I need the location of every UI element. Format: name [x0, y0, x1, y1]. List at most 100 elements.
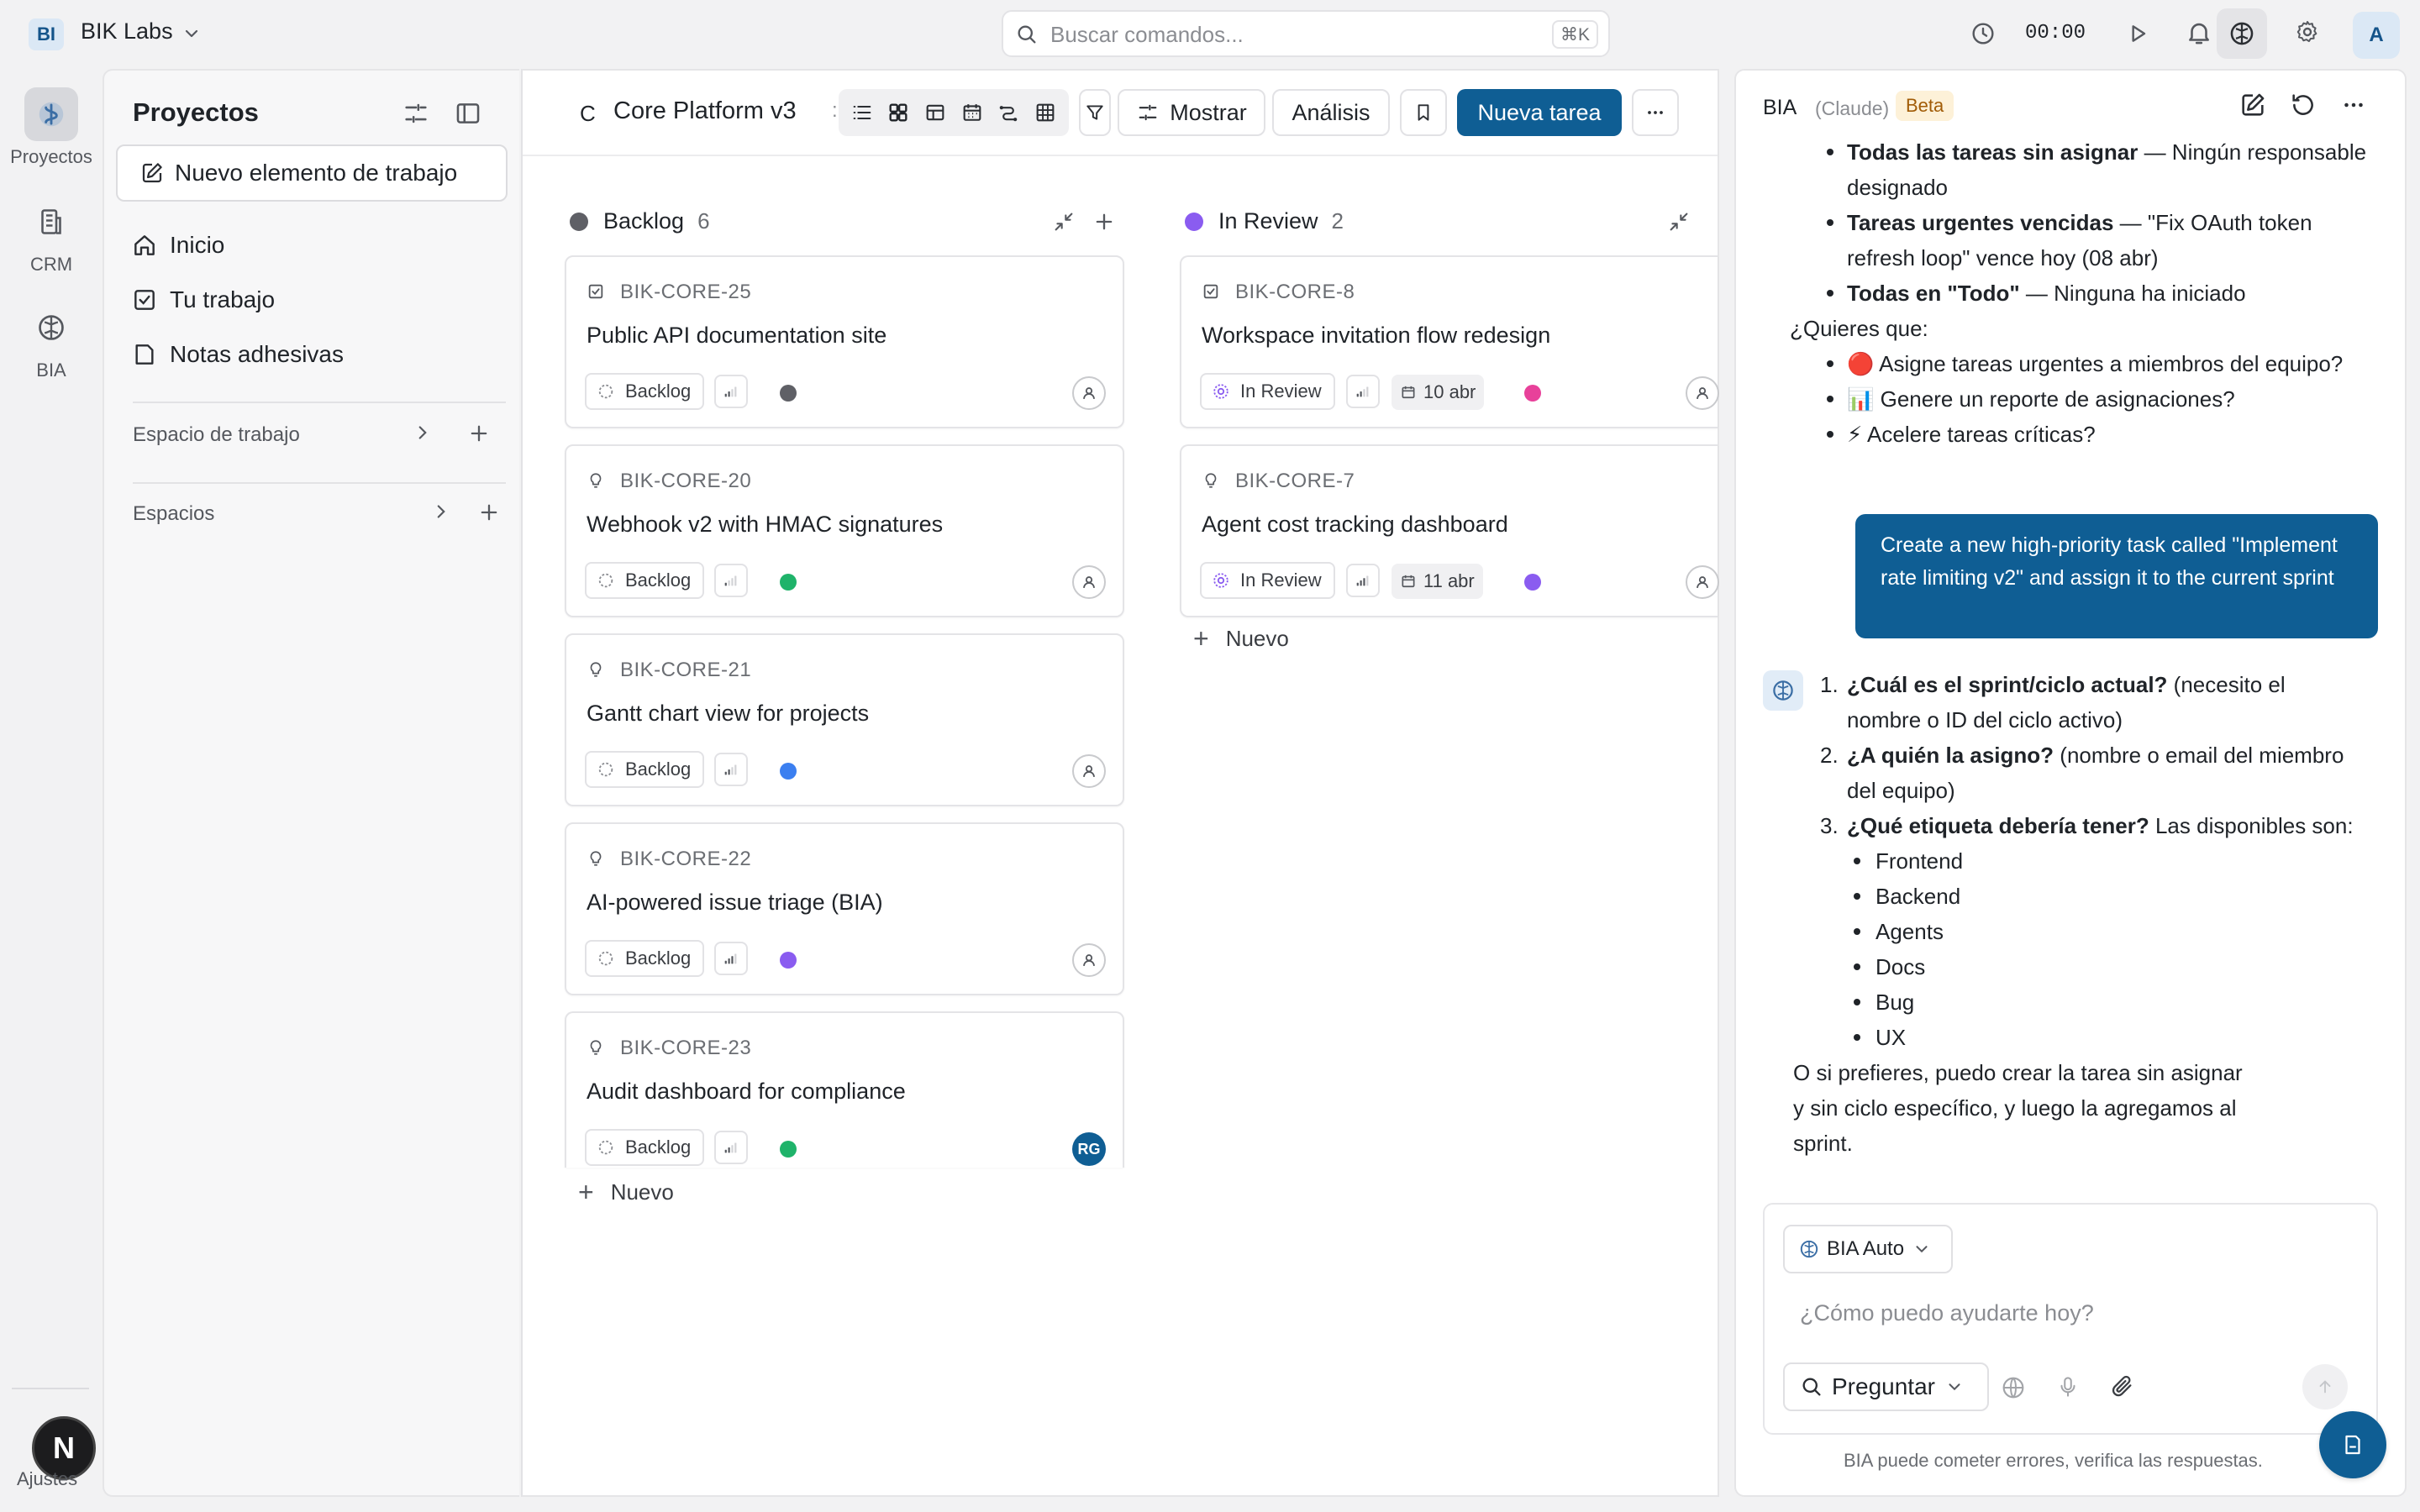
chat-input[interactable]: [1783, 1289, 2354, 1342]
assign-user-icon[interactable]: [1072, 565, 1106, 599]
collapse-icon[interactable]: [1667, 210, 1691, 234]
state-pill[interactable]: Backlog: [585, 1129, 705, 1166]
more-button[interactable]: [1632, 89, 1679, 136]
state-pill[interactable]: In Review: [1200, 562, 1335, 599]
priority-indicator[interactable]: [714, 1131, 748, 1164]
list-view-icon[interactable]: [846, 97, 878, 129]
settings-label[interactable]: Ajustes: [17, 1468, 77, 1490]
mode-selector[interactable]: BIA Auto: [1783, 1225, 1954, 1273]
more-horizontal-icon[interactable]: [2339, 91, 2368, 119]
state-pill[interactable]: Backlog: [585, 940, 705, 977]
card-title: Audit dashboard for compliance: [587, 1079, 906, 1104]
task-card[interactable]: BIK-CORE-20 Webhook v2 with HMAC signatur…: [565, 444, 1124, 617]
chevron-right-icon[interactable]: [430, 501, 452, 522]
spreadsheet-view-icon[interactable]: [1029, 97, 1061, 129]
priority-bars-icon: [722, 949, 740, 968]
priority-indicator[interactable]: [714, 375, 748, 408]
project-name[interactable]: Core Platform v3: [613, 97, 797, 125]
user-avatar[interactable]: A: [2353, 12, 2400, 59]
label-item: Backend: [1847, 879, 2358, 914]
chevron-right-icon[interactable]: [412, 422, 434, 444]
nav-sticky-notes[interactable]: Notas adhesivas: [131, 341, 344, 368]
clock-icon[interactable]: [1970, 20, 1996, 47]
label-color-dot: [1524, 574, 1541, 591]
label-list: Frontend Backend Agents Docs Bug UX: [1820, 843, 2358, 1055]
microphone-icon[interactable]: [2055, 1374, 2081, 1399]
ask-mode-selector[interactable]: Preguntar: [1783, 1362, 1989, 1411]
priority-indicator[interactable]: [714, 753, 748, 786]
task-card[interactable]: BIK-CORE-21 Gantt chart view for projects…: [565, 633, 1124, 806]
sidebar-toggle-icon[interactable]: [454, 99, 482, 128]
state-pill[interactable]: In Review: [1200, 373, 1335, 410]
brain-assistant-button[interactable]: [2217, 8, 2267, 59]
assign-user-icon[interactable]: [1072, 754, 1106, 788]
ask-label: Preguntar: [1832, 1373, 1935, 1399]
task-card[interactable]: BIK-CORE-8 Workspace invitation flow rede…: [1180, 255, 1719, 428]
globe-icon[interactable]: [2000, 1374, 2027, 1401]
play-icon[interactable]: [2124, 20, 2151, 47]
state-pill[interactable]: Backlog: [585, 562, 705, 599]
add-workspace-icon[interactable]: [467, 422, 491, 445]
task-card[interactable]: BIK-CORE-23 Audit dashboard for complianc…: [565, 1011, 1124, 1168]
workspace-badge[interactable]: BI: [29, 18, 64, 50]
add-new-card-button[interactable]: + Nuevo: [578, 1177, 674, 1208]
task-card[interactable]: BIK-CORE-25 Public API documentation site…: [565, 255, 1124, 428]
new-task-button[interactable]: Nueva tarea: [1457, 89, 1622, 136]
assignee-avatar[interactable]: RG: [1072, 1132, 1106, 1166]
command-search[interactable]: ⌘K: [1002, 10, 1610, 57]
attach-icon[interactable]: [2109, 1373, 2136, 1399]
new-work-item-button[interactable]: Nuevo elemento de trabajo: [116, 144, 508, 202]
rail-item-bia[interactable]: BIA: [0, 301, 103, 381]
due-date-pill[interactable]: 10 abr: [1392, 375, 1485, 410]
command-search-input[interactable]: [1050, 20, 1521, 49]
task-card[interactable]: BIK-CORE-7 Agent cost tracking dashboard I…: [1180, 444, 1719, 617]
state-label: Backlog: [625, 1137, 692, 1158]
history-icon[interactable]: [2289, 91, 2317, 119]
bell-icon[interactable]: [2185, 18, 2213, 47]
chevron-down-icon[interactable]: [182, 24, 202, 44]
calendar-view-icon[interactable]: [956, 97, 988, 129]
assign-user-icon[interactable]: [1686, 565, 1719, 599]
bookmark-button[interactable]: [1400, 89, 1447, 136]
in-review-icon: [1212, 382, 1240, 401]
rail-item-projects[interactable]: Proyectos: [0, 87, 103, 168]
collapse-icon[interactable]: [1052, 210, 1076, 234]
new-chat-icon[interactable]: [2238, 91, 2267, 119]
workspace-name[interactable]: BIK Labs: [81, 18, 173, 45]
label-item: Bug: [1847, 984, 2358, 1020]
priority-indicator[interactable]: [714, 942, 748, 975]
floating-action-button[interactable]: [2319, 1411, 2386, 1478]
state-label: Backlog: [625, 948, 692, 969]
section-spaces[interactable]: Espacios: [133, 502, 214, 526]
sliders-icon[interactable]: [402, 99, 430, 128]
nav-your-work[interactable]: Tu trabajo: [131, 286, 275, 313]
add-space-icon[interactable]: [477, 501, 501, 524]
priority-indicator[interactable]: [714, 564, 748, 597]
priority-indicator[interactable]: [1346, 375, 1380, 408]
state-pill[interactable]: Backlog: [585, 373, 705, 410]
task-card[interactable]: BIK-CORE-22 AI-powered issue triage (BIA)…: [565, 822, 1124, 995]
assign-user-icon[interactable]: [1072, 943, 1106, 977]
assign-user-icon[interactable]: [1686, 376, 1719, 410]
flow-view-icon[interactable]: [992, 97, 1024, 129]
priority-indicator[interactable]: [1346, 564, 1380, 597]
add-card-icon[interactable]: [1092, 210, 1116, 234]
column-status-dot: [1185, 212, 1203, 231]
add-new-card-button[interactable]: + Nuevo: [1193, 623, 1289, 654]
nav-home[interactable]: Inicio: [131, 232, 224, 259]
state-pill[interactable]: Backlog: [585, 751, 705, 788]
analysis-button[interactable]: Análisis: [1272, 89, 1390, 136]
table-view-icon[interactable]: [919, 97, 951, 129]
plus-icon: +: [1193, 623, 1209, 654]
section-workspace[interactable]: Espacio de trabajo: [133, 423, 300, 447]
breadcrumb-separator: :: [832, 99, 838, 122]
brain-icon: [2230, 22, 2254, 45]
send-button[interactable]: [2302, 1364, 2348, 1410]
filter-button[interactable]: [1079, 89, 1111, 136]
assign-user-icon[interactable]: [1072, 376, 1106, 410]
rail-item-crm[interactable]: CRM: [0, 195, 103, 276]
due-date-pill[interactable]: 11 abr: [1392, 564, 1483, 599]
board-view-icon[interactable]: [882, 97, 914, 129]
show-button[interactable]: Mostrar: [1118, 89, 1265, 136]
gear-icon[interactable]: [2294, 18, 2321, 45]
